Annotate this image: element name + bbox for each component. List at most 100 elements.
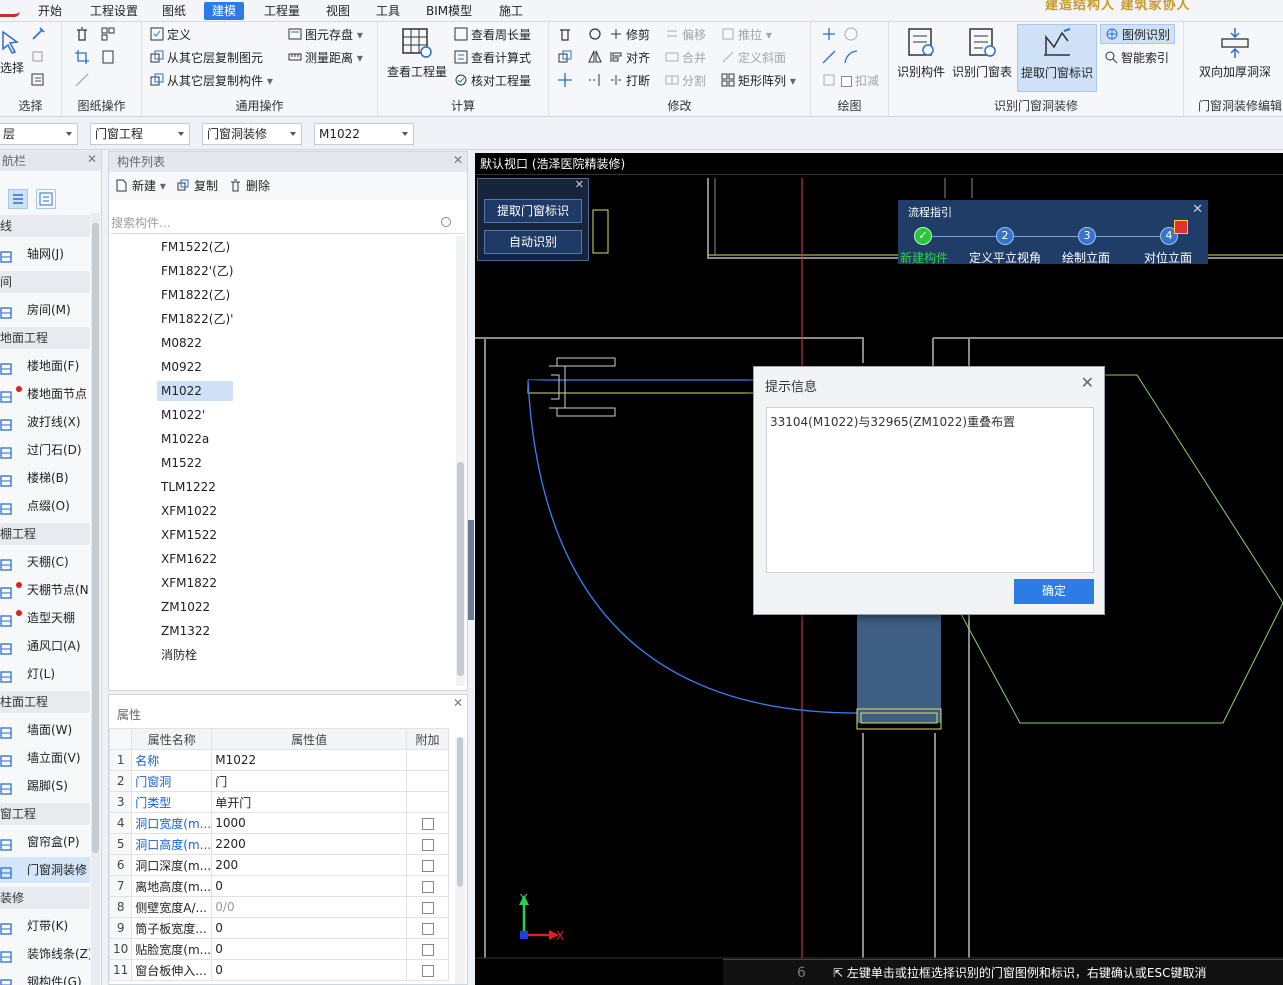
measure-distance-button[interactable]: 测量距离 ▾: [288, 48, 363, 68]
nav-category[interactable]: 窗工程: [0, 803, 90, 825]
menu-drawing[interactable]: 图纸: [154, 2, 194, 20]
nav-item[interactable]: 点缀(O): [0, 493, 90, 519]
point-icon[interactable]: [821, 26, 837, 42]
properties-scroll-thumb[interactable]: [457, 737, 463, 887]
property-row[interactable]: 1 名称 M1022: [109, 749, 449, 771]
nav-category[interactable]: 装修: [0, 887, 90, 909]
nav-category[interactable]: 间: [0, 271, 90, 293]
ok-button[interactable]: 确定: [1014, 579, 1094, 604]
copy-select-icon[interactable]: [30, 49, 46, 65]
property-row[interactable]: 10 贴脸宽度(m... 0: [109, 938, 449, 960]
component-list-item[interactable]: TLM1222: [157, 477, 220, 497]
nav-item[interactable]: 墙面(W): [0, 717, 90, 743]
property-row[interactable]: 11 窗台板伸入... 0: [109, 959, 449, 981]
panel-splitter[interactable]: [468, 520, 474, 620]
extra-checkbox[interactable]: [421, 838, 434, 851]
nav-item[interactable]: 楼地面(F): [0, 353, 90, 379]
auto-identify-button[interactable]: 自动识别: [484, 230, 582, 254]
define-button[interactable]: 定义: [150, 25, 191, 45]
offset-button[interactable]: 偏移: [665, 25, 706, 45]
nav-item[interactable]: 踢脚(S): [0, 773, 90, 799]
menu-quantity[interactable]: 工程量: [256, 2, 308, 20]
property-value[interactable]: 2200: [211, 833, 408, 855]
component-list-item[interactable]: M1022': [157, 405, 209, 425]
close-icon[interactable]: ✕: [1192, 202, 1203, 217]
nav-item[interactable]: 造型天棚: [0, 605, 90, 631]
nav-scrollbar[interactable]: [91, 213, 100, 985]
nav-scroll-thumb[interactable]: [92, 223, 99, 853]
nav-item[interactable]: 通风口(A): [0, 633, 90, 659]
promo-banner[interactable]: 建造结构人 建筑家协人: [1045, 0, 1191, 13]
component-list-item[interactable]: FM1822(乙)': [157, 309, 237, 329]
delete-component-button[interactable]: 删除: [229, 177, 270, 195]
double-thicken-button[interactable]: 双向加厚洞深: [1190, 26, 1280, 80]
view-perimeter-button[interactable]: 查看周长量: [454, 25, 531, 45]
property-value[interactable]: 0: [211, 938, 408, 960]
view-formula-button[interactable]: 查看计算式: [454, 48, 531, 68]
break-button[interactable]: 打断: [609, 71, 650, 91]
push-pull-button[interactable]: 推拉 ▾: [721, 25, 772, 45]
list-view-icon[interactable]: [8, 189, 28, 209]
nav-item[interactable]: 过门石(D): [0, 437, 90, 463]
flow-step-label[interactable]: 对位立面: [1144, 249, 1192, 266]
property-value[interactable]: 门: [211, 770, 408, 792]
identify-door-table-button[interactable]: 识别门窗表: [949, 26, 1015, 80]
nav-item[interactable]: 楼地面节点: [0, 381, 90, 407]
app-logo-icon[interactable]: [0, 3, 20, 17]
nav-item[interactable]: 房间(M): [0, 297, 90, 323]
property-value[interactable]: 0/0: [211, 896, 408, 918]
properties-scrollbar[interactable]: [455, 737, 465, 984]
flow-step-label[interactable]: 绘制立面: [1062, 249, 1110, 266]
floor-dropdown[interactable]: 层: [0, 123, 78, 145]
search-icon[interactable]: [441, 217, 451, 227]
save-element-button[interactable]: 图元存盘 ▾: [288, 25, 363, 45]
extra-checkbox[interactable]: [421, 880, 434, 893]
arc-icon[interactable]: [843, 49, 859, 65]
crop-icon[interactable]: [74, 49, 90, 65]
trim-button[interactable]: 修剪: [609, 25, 650, 45]
extra-checkbox[interactable]: [421, 922, 434, 935]
copy-component-button[interactable]: 从其它层复制构件 ▾: [150, 71, 273, 91]
property-row[interactable]: 7 离地高度(m... 0: [109, 875, 449, 897]
pick-icon[interactable]: [30, 26, 46, 42]
component-list-item[interactable]: FM1822(乙): [157, 285, 234, 305]
copy-icon[interactable]: [557, 49, 573, 65]
property-value[interactable]: 1000: [211, 812, 408, 834]
extra-checkbox[interactable]: [421, 943, 434, 956]
extra-checkbox[interactable]: [421, 901, 434, 914]
nav-item[interactable]: 窗帘盒(P): [0, 829, 90, 855]
nav-item[interactable]: 波打线(X): [0, 409, 90, 435]
property-row[interactable]: 8 侧壁宽度A/... 0/0: [109, 896, 449, 918]
rotate-icon[interactable]: [587, 26, 603, 42]
align-button[interactable]: 对齐: [609, 48, 650, 68]
extra-checkbox[interactable]: [421, 964, 434, 977]
menu-bim-model[interactable]: BIM模型: [418, 2, 480, 20]
merge-button[interactable]: 合并: [665, 48, 706, 68]
component-list-item[interactable]: M1022: [157, 381, 233, 401]
extract-door-label-button[interactable]: 提取门窗标识: [1017, 24, 1097, 92]
nav-item[interactable]: 天棚(C): [0, 549, 90, 575]
smart-layout-icon[interactable]: [843, 26, 859, 42]
component-list-item[interactable]: FM1822'(乙): [157, 261, 237, 281]
property-value[interactable]: M1022: [211, 749, 408, 771]
deduct-button[interactable]: 扣减: [841, 71, 879, 91]
menu-view[interactable]: 视图: [318, 2, 358, 20]
extract-door-label-float-button[interactable]: 提取门窗标识: [484, 199, 582, 223]
copy-component-list-button[interactable]: 复制: [177, 177, 218, 195]
nav-item[interactable]: 楼梯(B): [0, 465, 90, 491]
flow-step-1[interactable]: ✓: [914, 227, 932, 245]
select-button[interactable]: 选择: [0, 30, 24, 76]
deduct-checkbox[interactable]: [841, 76, 852, 87]
export-icon[interactable]: [100, 49, 116, 65]
extend-icon[interactable]: [587, 72, 603, 88]
close-icon[interactable]: ✕: [575, 178, 584, 191]
menu-tools[interactable]: 工具: [368, 2, 408, 20]
category-dropdown[interactable]: 门窗工程: [90, 123, 190, 145]
component-list-item[interactable]: XFM1022: [157, 501, 221, 521]
property-value[interactable]: 单开门: [211, 791, 408, 813]
property-row[interactable]: 9 筒子板宽度... 0: [109, 917, 449, 939]
component-list-item[interactable]: FM1522(乙): [157, 237, 234, 257]
layer-icon[interactable]: [100, 26, 116, 42]
nav-item[interactable]: 装饰线条(Z): [0, 941, 90, 967]
component-list-item[interactable]: M1022a: [157, 429, 213, 449]
